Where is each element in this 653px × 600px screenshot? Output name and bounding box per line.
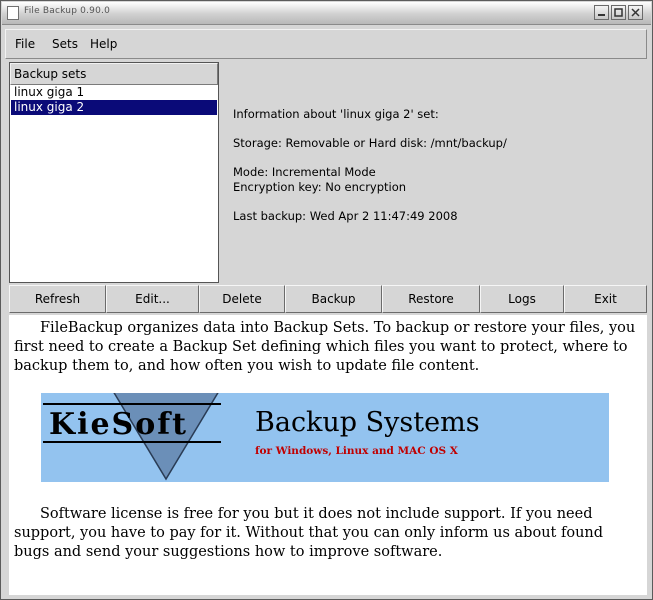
app-window: File Backup 0.90.0 File Sets Help Backup…: [0, 0, 653, 600]
exit-button[interactable]: Exit: [564, 285, 647, 313]
restore-button[interactable]: Restore: [382, 285, 480, 313]
menu-sets[interactable]: Sets: [52, 37, 78, 51]
list-item[interactable]: linux giga 1: [11, 85, 217, 100]
minimize-icon[interactable]: [594, 5, 609, 20]
kiesoft-logo: KieSoft: [49, 407, 188, 442]
window-title: File Backup 0.90.0: [24, 6, 110, 16]
close-icon[interactable]: [628, 5, 643, 20]
info-encryption: Encryption key: No encryption: [233, 180, 407, 194]
info-heading: Information about 'linux giga 2' set:: [233, 107, 439, 121]
list-header-label: Backup sets: [14, 67, 87, 81]
backup-sets-list[interactable]: Backup sets linux giga 1 linux giga 2: [9, 62, 219, 283]
menu-file[interactable]: File: [15, 37, 35, 51]
banner-title: Backup Systems: [255, 407, 480, 438]
maximize-icon[interactable]: [611, 5, 626, 20]
info-last-backup: Last backup: Wed Apr 2 11:47:49 2008: [233, 209, 458, 223]
list-item-selected[interactable]: linux giga 2: [11, 100, 217, 115]
menu-bar: File Sets Help: [5, 29, 647, 59]
logs-button[interactable]: Logs: [480, 285, 564, 313]
edit-button[interactable]: Edit...: [106, 285, 199, 313]
description-panel[interactable]: FileBackup organizes data into Backup Se…: [9, 315, 647, 595]
backup-button[interactable]: Backup: [285, 285, 382, 313]
logo-top-rule: [43, 403, 221, 405]
refresh-button[interactable]: Refresh: [9, 285, 106, 313]
delete-button[interactable]: Delete: [199, 285, 285, 313]
intro-paragraph: FileBackup organizes data into Backup Se…: [14, 320, 636, 374]
license-paragraph: Software license is free for you but it …: [14, 506, 604, 560]
info-storage: Storage: Removable or Hard disk: /mnt/ba…: [233, 136, 507, 150]
banner-subtitle: for Windows, Linux and MAC OS X: [255, 445, 458, 457]
title-bar[interactable]: File Backup 0.90.0: [2, 2, 651, 25]
list-header[interactable]: Backup sets: [10, 63, 218, 85]
list-item-label: linux giga 2: [14, 100, 85, 114]
info-mode: Mode: Incremental Mode: [233, 165, 376, 179]
kiesoft-banner: KieSoft Backup Systems for Windows, Linu…: [41, 393, 609, 482]
menu-help[interactable]: Help: [90, 37, 117, 51]
button-row: Refresh Edit... Delete Backup Restore Lo…: [9, 285, 647, 313]
window-menu-icon[interactable]: [7, 6, 19, 20]
list-item-label: linux giga 1: [14, 85, 85, 99]
